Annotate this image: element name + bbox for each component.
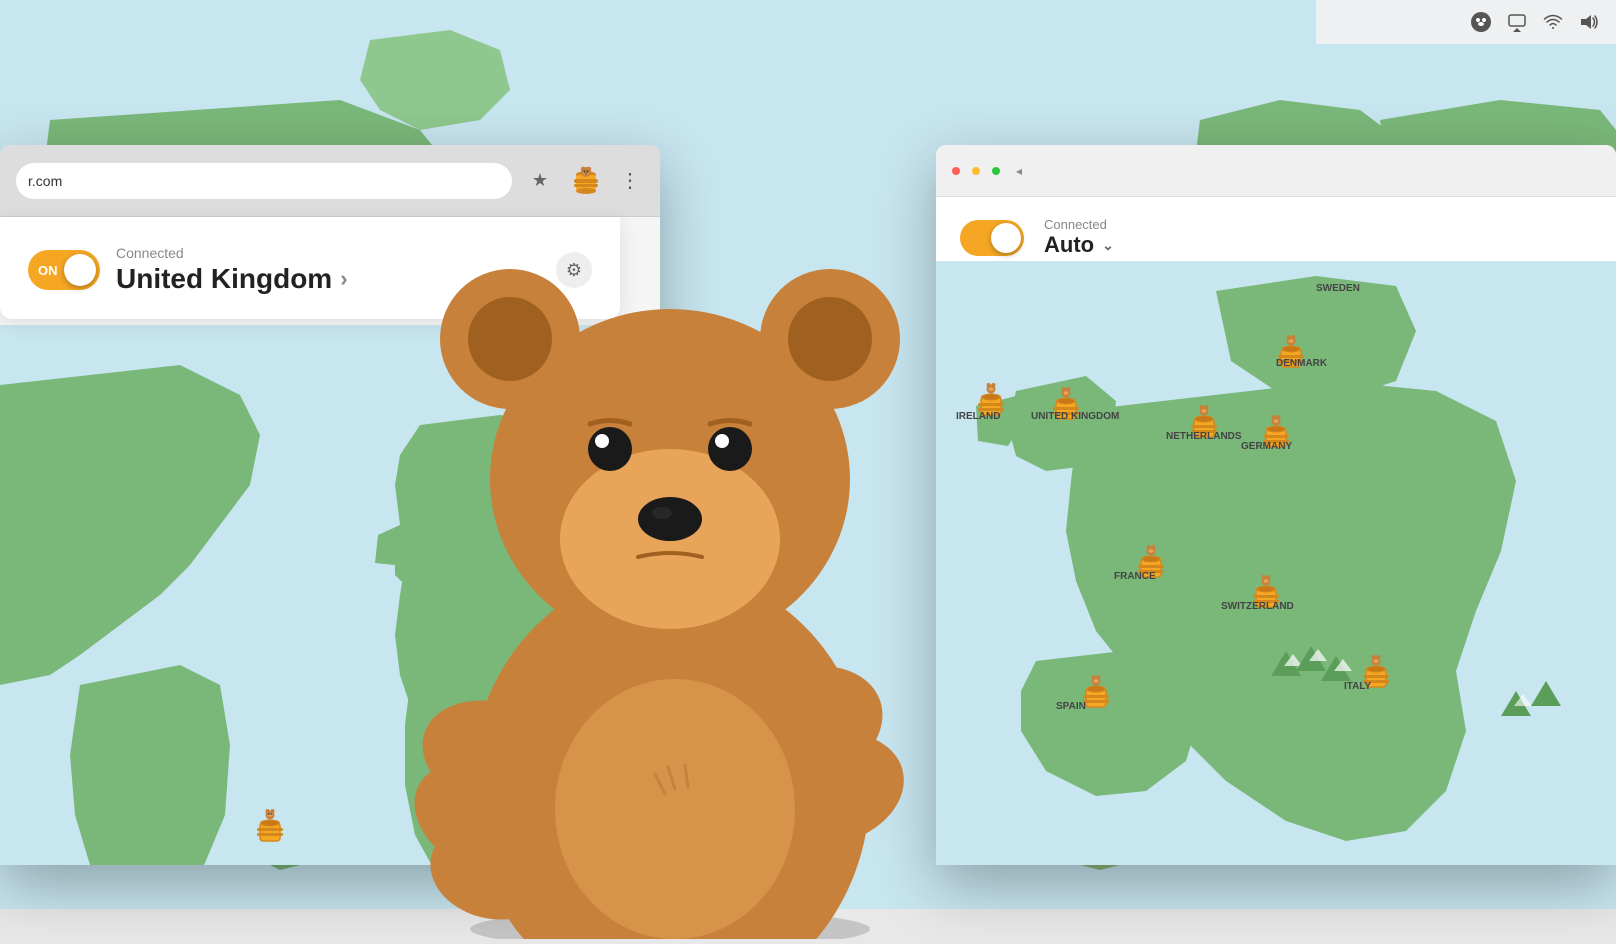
app-vpn-toggle[interactable] (960, 220, 1024, 256)
browser-menu-button[interactable]: ⋮ (616, 167, 644, 195)
app-toggle-knob (991, 223, 1021, 253)
settings-button[interactable]: ⚙ (556, 252, 592, 288)
svg-text:ITALY: ITALY (1344, 681, 1372, 692)
app-vpn-status: Connected Auto ⌄ (1044, 217, 1592, 258)
svg-text:SWITZERLAND: SWITZERLAND (1221, 601, 1294, 612)
gear-icon: ⚙ (566, 260, 582, 281)
svg-text:UNITED KINGDOM: UNITED KINGDOM (1031, 411, 1119, 422)
tunnelbear-extension-icon[interactable] (568, 163, 604, 199)
vpn-location-button[interactable]: United Kingdom › (116, 263, 348, 295)
close-window-button[interactable] (952, 167, 960, 175)
app-location-row[interactable]: Auto ⌄ (1044, 232, 1592, 258)
minimize-window-button[interactable] (972, 167, 980, 175)
collapse-icon[interactable]: ◂ (1016, 164, 1022, 178)
maximize-window-button[interactable] (992, 167, 1000, 175)
toggle-knob (64, 254, 96, 286)
vpn-location-text: United Kingdom (116, 263, 332, 295)
bookmark-button[interactable]: ★ (524, 165, 556, 197)
app-location-text: Auto (1044, 232, 1094, 258)
star-icon: ★ (532, 170, 548, 191)
app-connected-label: Connected (1044, 217, 1592, 232)
system-menubar (1316, 0, 1616, 44)
volume-icon[interactable] (1578, 11, 1600, 33)
vpn-app-map: SWEDEN DENMARK IRELAND UNITED KINGDOM NE… (936, 261, 1616, 865)
address-text: r.com (28, 173, 500, 189)
wifi-icon[interactable] (1542, 11, 1564, 33)
browser-window: r.com ★ ⋮ (0, 145, 660, 865)
vpn-extension-popup: ON Connected United Kingdom › ⚙ (0, 217, 620, 319)
toggle-on-label: ON (38, 263, 58, 278)
browser-toolbar: r.com ★ ⋮ (0, 145, 660, 217)
svg-text:IRELAND: IRELAND (956, 411, 1000, 422)
vpn-app-titlebar: ◂ (936, 145, 1616, 197)
tunnelbear-menubar-icon[interactable] (1470, 11, 1492, 33)
svg-text:DENMARK: DENMARK (1276, 358, 1328, 369)
vpn-connected-label: Connected (116, 245, 348, 261)
vpn-status-info: Connected United Kingdom › (116, 245, 348, 295)
vpn-toggle[interactable]: ON (28, 250, 100, 290)
browser-map (0, 325, 660, 865)
svg-text:NETHERLANDS: NETHERLANDS (1166, 431, 1242, 442)
address-bar[interactable]: r.com (16, 163, 512, 199)
vpn-app-window: ◂ Connected Auto ⌄ (936, 145, 1616, 865)
svg-text:FRANCE: FRANCE (1114, 571, 1156, 582)
vpn-toggle-area: ON Connected United Kingdom › (28, 245, 348, 295)
svg-text:SPAIN: SPAIN (1056, 701, 1086, 712)
location-chevron-icon: › (340, 266, 347, 292)
dots-icon: ⋮ (620, 168, 640, 193)
svg-text:GERMANY: GERMANY (1241, 441, 1292, 452)
airplay-icon[interactable] (1506, 11, 1528, 33)
app-caret-icon: ⌄ (1102, 237, 1114, 254)
svg-text:SWEDEN: SWEDEN (1316, 283, 1360, 294)
vpn-popup-header: ON Connected United Kingdom › ⚙ (28, 245, 592, 295)
